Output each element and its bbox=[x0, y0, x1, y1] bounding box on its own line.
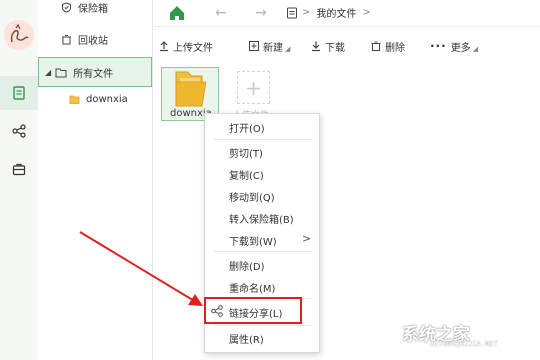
forward-arrow-icon: → bbox=[255, 5, 267, 21]
forward-button[interactable]: → bbox=[252, 4, 270, 22]
highlight-box bbox=[204, 297, 302, 324]
upload-tile[interactable]: + bbox=[237, 71, 270, 104]
rail-files-button[interactable] bbox=[0, 76, 38, 110]
breadcrumb-item-my-files[interactable]: 我的文件 bbox=[316, 5, 356, 20]
tree-item-all-files[interactable]: ◢ 所有文件 bbox=[38, 57, 152, 87]
submenu-chevron-icon: > bbox=[302, 232, 312, 245]
document-icon bbox=[287, 7, 297, 18]
upload-label: 上传文件 bbox=[173, 42, 213, 54]
folder-outline-icon bbox=[55, 66, 67, 78]
dropdown-caret-icon: ◢ bbox=[472, 45, 479, 53]
toolbar: 上传文件 新建 ◢ 下载 删除 ··· 更多 ◢ bbox=[152, 34, 540, 58]
toolbox-icon bbox=[12, 163, 26, 176]
delete-button[interactable]: 删除 bbox=[370, 34, 405, 58]
icon-rail bbox=[0, 0, 39, 360]
menu-divider bbox=[213, 139, 311, 140]
watermark-subtext: XITONGZHIJIA.NET bbox=[430, 340, 498, 348]
trash-icon bbox=[371, 41, 381, 51]
back-button[interactable]: ← bbox=[212, 4, 230, 22]
download-button[interactable]: 下载 bbox=[310, 34, 345, 58]
avatar[interactable] bbox=[4, 20, 34, 50]
share-icon bbox=[12, 124, 26, 138]
menu-item-copy[interactable]: 复制(C) bbox=[229, 167, 264, 182]
menu-divider bbox=[213, 325, 311, 326]
tree-item-label: 回收站 bbox=[78, 35, 108, 47]
folder-tree: 保险箱 回收站 ◢ 所有文件 downxia bbox=[38, 0, 153, 360]
more-button[interactable]: ··· 更多 ◢ bbox=[430, 34, 478, 58]
ellipsis-icon: ··· bbox=[430, 39, 447, 53]
folder-icon bbox=[68, 93, 80, 105]
upload-button[interactable]: 上传文件 bbox=[158, 34, 213, 58]
delete-label: 删除 bbox=[385, 42, 405, 54]
more-label: 更多 bbox=[450, 42, 471, 54]
home-button[interactable] bbox=[166, 2, 188, 24]
shield-icon bbox=[60, 1, 72, 13]
menu-item-cut[interactable]: 剪切(T) bbox=[229, 145, 263, 160]
dropdown-caret-icon: ◢ bbox=[285, 45, 291, 53]
new-label: 新建 bbox=[263, 42, 283, 54]
upload-icon bbox=[160, 41, 168, 52]
rail-toolbox-button[interactable] bbox=[0, 152, 38, 186]
new-button[interactable]: 新建 ◢ bbox=[248, 34, 290, 58]
download-icon bbox=[312, 41, 320, 52]
menu-item-delete[interactable]: 删除(D) bbox=[229, 258, 265, 273]
breadcrumb: > 我的文件 > bbox=[286, 5, 371, 20]
breadcrumb-chevron: > bbox=[362, 7, 371, 18]
menu-item-open[interactable]: 打开(O) bbox=[229, 120, 265, 135]
back-arrow-icon: ← bbox=[215, 5, 227, 21]
collapse-triangle-icon[interactable]: ◢ bbox=[45, 68, 51, 77]
rail-share-button[interactable] bbox=[0, 114, 38, 148]
menu-item-properties[interactable]: 属性(R) bbox=[229, 331, 264, 346]
download-label: 下载 bbox=[325, 42, 345, 54]
document-icon bbox=[13, 86, 25, 100]
breadcrumb-chevron: > bbox=[302, 7, 311, 18]
tree-item-label: downxia bbox=[86, 93, 128, 105]
menu-item-rename[interactable]: 重命名(M) bbox=[229, 280, 275, 295]
trash-icon bbox=[60, 33, 72, 45]
menu-item-move-to[interactable]: 移动到(Q) bbox=[229, 189, 275, 204]
menu-divider bbox=[213, 251, 311, 252]
folder-icon bbox=[175, 71, 207, 107]
tree-item-label: 所有文件 bbox=[73, 68, 114, 80]
menu-item-move-to-vault[interactable]: 转入保险箱(B) bbox=[229, 211, 294, 226]
navigation-bar: ← → > 我的文件 > bbox=[152, 0, 540, 27]
tree-item-label: 保险箱 bbox=[78, 3, 108, 15]
plus-icon: + bbox=[245, 75, 262, 100]
watermark-logo-icon bbox=[375, 321, 397, 344]
menu-item-download-to[interactable]: 下载到(W) bbox=[229, 233, 277, 248]
home-icon bbox=[170, 6, 184, 20]
plus-square-icon bbox=[249, 41, 259, 51]
